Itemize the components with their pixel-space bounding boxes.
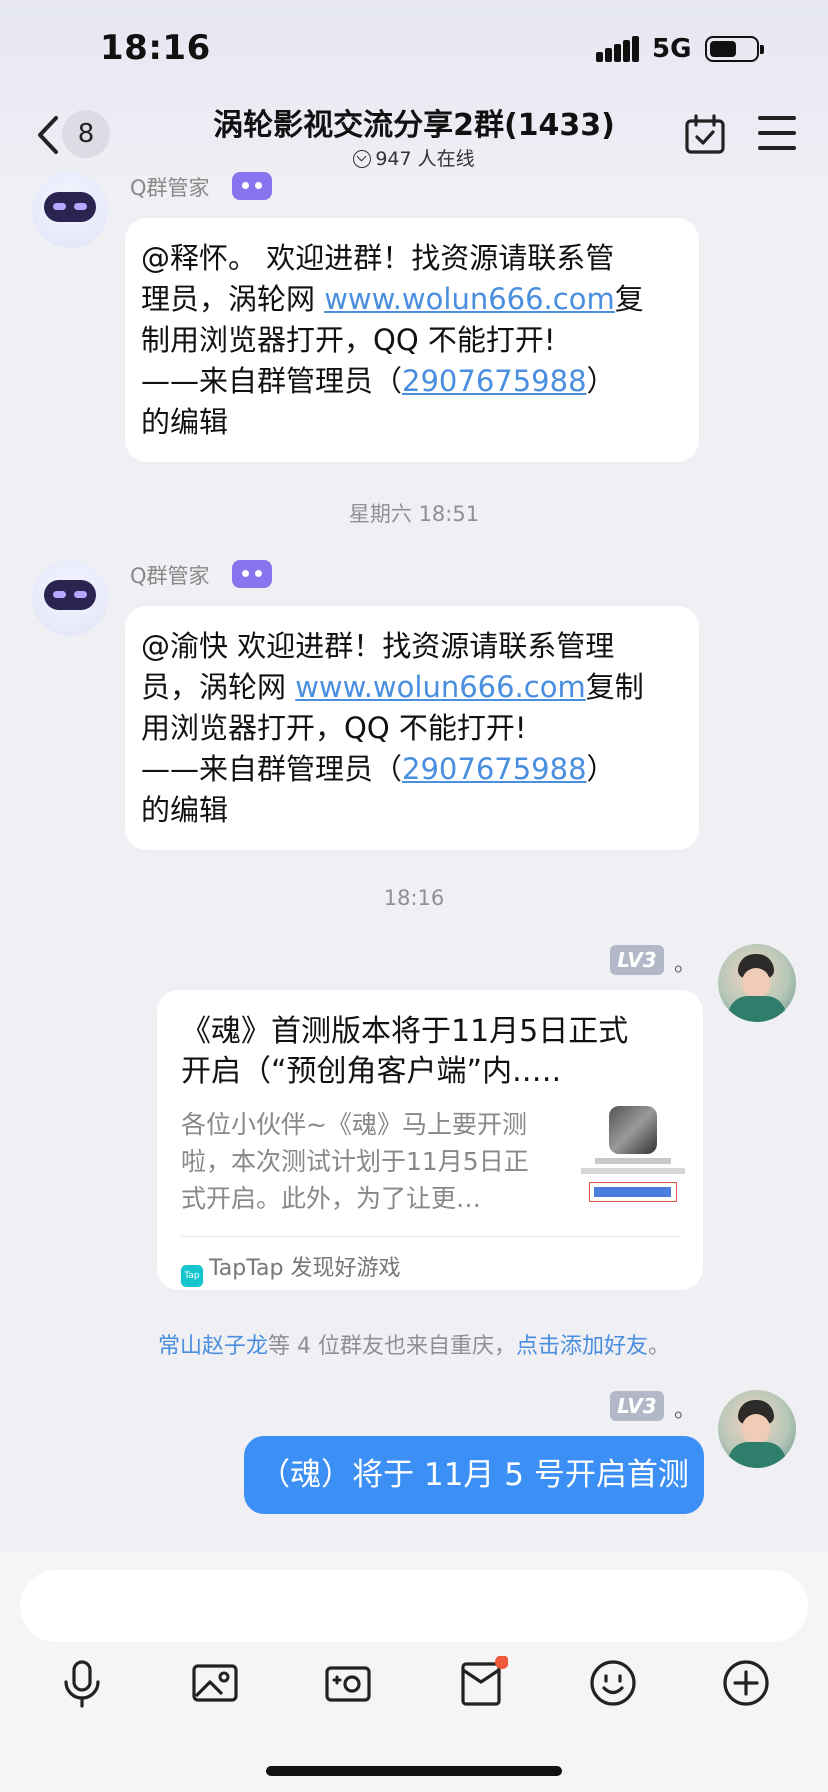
add-friend-link[interactable]: 点击添加好友 [516, 1334, 648, 1359]
message-bubble[interactable]: @渝快 欢迎进群！找资源请联系管理 员，涡轮网 www.wolun666.com… [125, 606, 699, 850]
user-avatar[interactable] [718, 1390, 796, 1468]
card-thumbnail [581, 1106, 685, 1206]
network-type: 5G [652, 34, 692, 64]
emoji-icon[interactable] [586, 1656, 640, 1710]
image-icon[interactable] [188, 1656, 242, 1710]
level-badge: LV3 [610, 945, 664, 975]
chevron-down-icon [353, 150, 372, 168]
signal-icon [596, 34, 640, 62]
online-count[interactable]: 947 人在线 [140, 144, 688, 171]
user-avatar[interactable] [718, 944, 796, 1022]
qq-number-link[interactable]: 2907675988 [402, 752, 587, 786]
mic-icon[interactable] [55, 1656, 109, 1710]
timestamp: 18:16 [383, 886, 445, 910]
sender-name: Q群管家 [130, 176, 210, 200]
message-line: 用浏览器打开，QQ 不能打开! [141, 711, 527, 745]
message-line: 理员，涡轮网 www.wolun666.com复 [141, 282, 644, 316]
message-bubble[interactable]: @释怀。 欢迎进群！找资源请联系管 理员，涡轮网 www.wolun666.co… [125, 218, 699, 462]
home-indicator [266, 1766, 562, 1776]
red-envelope-icon[interactable] [454, 1656, 508, 1710]
card-source: Tap TapTap 发现好游戏 [181, 1250, 400, 1287]
member-name-link[interactable]: 常山赵子龙 [158, 1334, 268, 1359]
card-title: 《魂》首测版本将于11月5日正式 开启（“预创角客户端”内.…. [181, 1014, 629, 1089]
divider [181, 1236, 681, 1237]
plus-icon[interactable] [719, 1656, 773, 1710]
level-badge: LV3 [610, 1391, 664, 1421]
bot-avatar[interactable] [32, 560, 108, 636]
message-line: @渝快 欢迎进群！找资源请联系管理 [141, 629, 615, 663]
bot-badge-icon [232, 560, 272, 588]
taptap-logo-icon: Tap [181, 1265, 203, 1287]
message-line: 的编辑 [141, 405, 229, 439]
message-line: ——来自群管理员（2907675988） [141, 752, 616, 786]
qq-number-link[interactable]: 2907675988 [402, 364, 587, 398]
sender-name: Q群管家 [130, 564, 210, 588]
website-link[interactable]: www.wolun666.com [324, 282, 615, 316]
message-line: 制用浏览器打开，QQ 不能打开! [141, 323, 556, 357]
timestamp: 星期六 18:51 [348, 502, 480, 526]
status-time: 18:16 [100, 28, 211, 68]
link-card[interactable]: 《魂》首测版本将于11月5日正式 开启（“预创角客户端”内.…. 各位小伙伴~《… [157, 990, 703, 1290]
message-line: @释怀。 欢迎进群！找资源请联系管 [141, 241, 615, 275]
my-message-bubble[interactable]: （魂）将于 11月 5 号开启首测 [244, 1436, 704, 1514]
website-link[interactable]: www.wolun666.com [295, 670, 586, 704]
group-title[interactable]: 涡轮影视交流分享2群(1433) [140, 100, 688, 144]
my-nickname: 。 [674, 952, 697, 977]
unread-count-badge[interactable]: 8 [62, 110, 110, 158]
message-line: 员，涡轮网 www.wolun666.com复制 [141, 670, 644, 704]
calendar-check-icon[interactable] [685, 114, 725, 154]
message-line: ——来自群管理员（2907675988） [141, 364, 616, 398]
my-nickname: 。 [674, 1398, 697, 1423]
bot-avatar[interactable] [32, 172, 108, 248]
battery-icon [705, 36, 764, 62]
bot-badge-icon [232, 172, 272, 200]
message-line: 的编辑 [141, 793, 229, 827]
card-description: 各位小伙伴~《魂》马上要开测 啦，本次测试计划于11月5日正 式开启。此外，为了… [181, 1110, 529, 1213]
camera-icon[interactable] [321, 1656, 375, 1710]
message-input[interactable] [20, 1570, 808, 1642]
menu-icon[interactable] [758, 116, 796, 150]
system-notice: 常山赵子龙等 4 位群友也来自重庆，点击添加好友。 [157, 1334, 671, 1359]
